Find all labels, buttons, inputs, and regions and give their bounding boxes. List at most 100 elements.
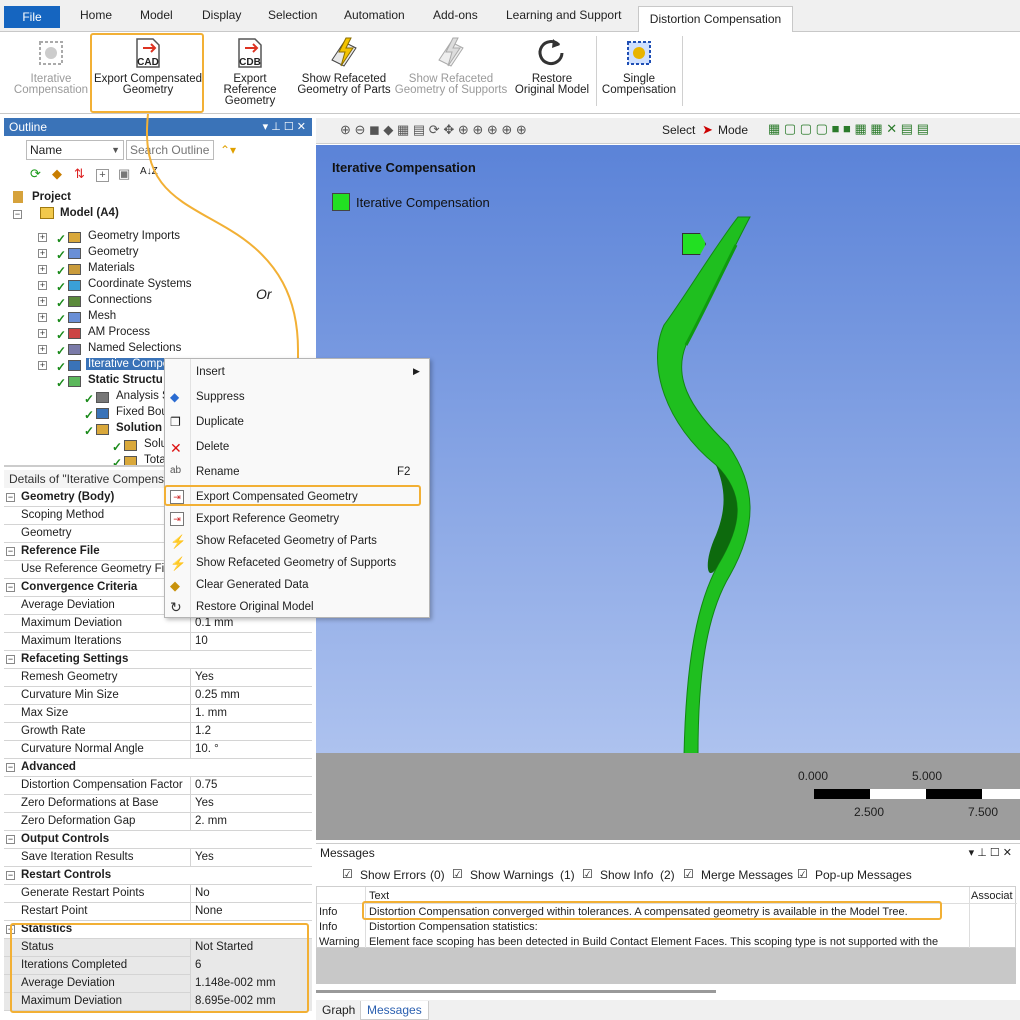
menu-item-export-reference[interactable]: Export Reference Geometry [196, 513, 339, 525]
details-group-header[interactable]: − Advanced [4, 759, 312, 777]
sort-arrows-icon[interactable]: ⇅ [74, 166, 85, 182]
export-reference-geometry-button[interactable]: CDB Export Reference Geometry [206, 32, 294, 112]
details-value[interactable]: Yes [190, 795, 312, 813]
expand-toggle[interactable]: + [38, 345, 47, 354]
horizontal-scrollbar[interactable] [316, 990, 716, 993]
show-info-checkbox[interactable]: ☑ [582, 867, 593, 881]
message-type[interactable]: Warning [319, 936, 363, 948]
tab-distortion-compensation[interactable]: Distortion Compensation [638, 6, 793, 33]
details-value[interactable]: 10. ° [190, 741, 312, 759]
details-value[interactable]: 1.2 [190, 723, 312, 741]
details-group-header[interactable]: − Restart Controls [4, 867, 312, 885]
refresh-icon[interactable]: ⟳ [30, 166, 41, 182]
message-type[interactable]: Info [319, 921, 363, 933]
collapse-toggle[interactable]: − [13, 210, 22, 219]
menu-item-clear[interactable]: Clear Generated Data [196, 579, 309, 591]
menu-item-suppress[interactable]: Suppress [196, 391, 245, 403]
group-collapse-toggle[interactable]: − [6, 493, 15, 502]
details-group-header[interactable]: − Output Controls [4, 831, 312, 849]
show-errors-checkbox[interactable]: ☑ [342, 867, 353, 881]
tab-automation[interactable]: Automation [344, 8, 405, 22]
zoom-icons[interactable]: ⊕ ⊖ ◼ ◆ ▦ ▤ ⟳ ✥ ⊕ ⊕ ⊕ ⊕ ⊕ [340, 122, 527, 138]
menu-item-duplicate[interactable]: Duplicate [196, 416, 244, 428]
details-value[interactable]: Yes [190, 849, 312, 867]
details-row[interactable]: Generate Restart Points No [4, 885, 312, 903]
details-row[interactable]: Distortion Compensation Factor 0.75 [4, 777, 312, 795]
expand-toggle[interactable]: + [38, 329, 47, 338]
group-collapse-toggle[interactable]: − [6, 835, 15, 844]
tab-home[interactable]: Home [80, 8, 112, 22]
details-row[interactable]: Growth Rate 1.2 [4, 723, 312, 741]
details-value[interactable]: 2. mm [190, 813, 312, 831]
expand-toggle[interactable]: + [38, 233, 47, 242]
mode-dropdown[interactable]: Mode [718, 123, 748, 137]
name-filter-select[interactable]: Name ▼ [26, 140, 124, 160]
expand-toggle[interactable]: + [38, 265, 47, 274]
show-refaceted-parts-button[interactable]: Show Refaceted Geometry of Parts [296, 32, 392, 112]
tab-learning-support[interactable]: Learning and Support [506, 8, 621, 22]
menu-item-rename[interactable]: Rename [196, 466, 239, 478]
expand-toggle[interactable]: + [38, 281, 47, 290]
column-header-assoc[interactable]: Associat [971, 890, 1017, 902]
tree-item-mesh[interactable]: Mesh [86, 310, 118, 322]
details-row[interactable]: Curvature Normal Angle 10. ° [4, 741, 312, 759]
tag-icon[interactable]: ◆ [52, 166, 62, 182]
show-warnings-checkbox[interactable]: ☑ [452, 867, 463, 881]
iterative-compensation-button[interactable]: Iterative Compensation [8, 32, 94, 112]
details-value[interactable]: 10 [190, 633, 312, 651]
details-row[interactable]: Restart Point None [4, 903, 312, 921]
tab-graph[interactable]: Graph [322, 1003, 355, 1017]
tree-item-geometry[interactable]: Geometry [86, 246, 141, 258]
single-compensation-button[interactable]: Single Compensation [598, 32, 680, 112]
tree-item-model[interactable]: Model (A4) [60, 207, 119, 219]
details-value[interactable]: 0.25 mm [190, 687, 312, 705]
menu-item-show-supports[interactable]: Show Refaceted Geometry of Supports [196, 557, 396, 569]
tab-file[interactable]: File [4, 6, 60, 28]
expand-all-icon[interactable]: + [96, 169, 109, 182]
menu-item-show-parts[interactable]: Show Refaceted Geometry of Parts [196, 535, 377, 547]
group-collapse-toggle[interactable]: − [6, 583, 15, 592]
tab-display[interactable]: Display [202, 8, 241, 22]
tree-item-project[interactable]: Project [32, 191, 71, 203]
details-row[interactable]: Save Iteration Results Yes [4, 849, 312, 867]
restore-original-model-button[interactable]: Restore Original Model [510, 32, 594, 112]
details-row[interactable]: Curvature Min Size 0.25 mm [4, 687, 312, 705]
expand-toggle[interactable]: + [38, 313, 47, 322]
details-row[interactable]: Max Size 1. mm [4, 705, 312, 723]
menu-item-restore[interactable]: Restore Original Model [196, 601, 314, 613]
tab-model[interactable]: Model [140, 8, 173, 22]
details-row[interactable]: Maximum Iterations 10 [4, 633, 312, 651]
tab-addons[interactable]: Add-ons [433, 8, 478, 22]
expand-toggle[interactable]: + [38, 361, 47, 370]
tab-selection[interactable]: Selection [268, 8, 317, 22]
details-row[interactable]: Zero Deformations at Base Yes [4, 795, 312, 813]
menu-item-insert[interactable]: Insert [196, 366, 225, 378]
details-value[interactable]: 1. mm [190, 705, 312, 723]
message-text[interactable]: Distortion Compensation statistics: [369, 921, 967, 933]
tree-item-materials[interactable]: Materials [86, 262, 137, 274]
expand-toggle[interactable]: + [38, 297, 47, 306]
group-collapse-toggle[interactable]: − [6, 763, 15, 772]
group-collapse-toggle[interactable]: − [6, 547, 15, 556]
details-row[interactable]: Zero Deformation Gap 2. mm [4, 813, 312, 831]
message-text[interactable]: Element face scoping has been detected i… [369, 936, 967, 948]
tab-messages[interactable]: Messages [360, 1001, 429, 1020]
cursor-icon[interactable]: ➤ [702, 122, 713, 138]
group-collapse-toggle[interactable]: − [6, 871, 15, 880]
message-type[interactable]: Info [319, 906, 363, 918]
selection-filter-icons[interactable]: ▦ ▢ ▢ ▢ ■ ■ ▦ ▦ ✕ ▤ ▤ [768, 121, 929, 137]
panel-controls-icon[interactable]: ▾ ⊥ ☐ ✕ [969, 844, 1012, 862]
group-collapse-toggle[interactable]: − [6, 655, 15, 664]
details-group-header[interactable]: − Refaceting Settings [4, 651, 312, 669]
details-value[interactable]: No [190, 885, 312, 903]
details-value[interactable]: Yes [190, 669, 312, 687]
folder-icon[interactable]: ▣ [118, 166, 130, 182]
menu-item-delete[interactable]: Delete [196, 441, 229, 453]
details-row[interactable]: Remesh Geometry Yes [4, 669, 312, 687]
select-button[interactable]: Select [662, 123, 695, 137]
merge-checkbox[interactable]: ☑ [683, 867, 694, 881]
expand-toggle[interactable]: + [38, 249, 47, 258]
details-value[interactable]: None [190, 903, 312, 921]
popup-checkbox[interactable]: ☑ [797, 867, 808, 881]
show-refaceted-supports-button[interactable]: Show Refaceted Geometry of Supports [394, 32, 508, 112]
